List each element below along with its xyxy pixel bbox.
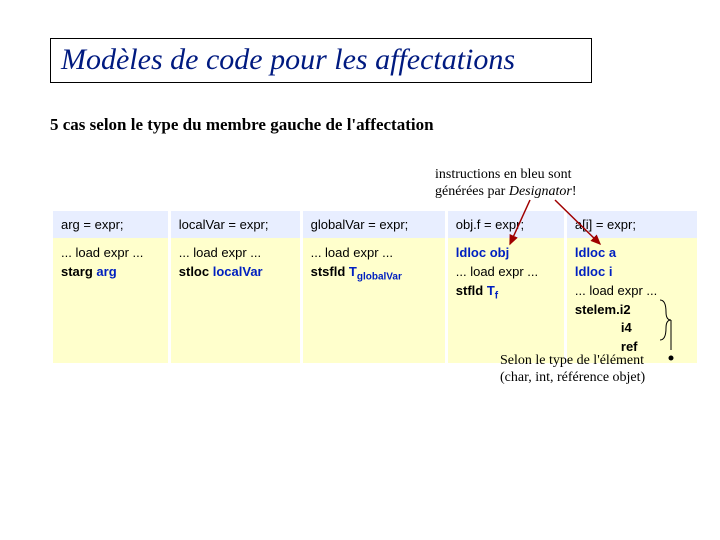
footnote-line1: Selon le type de l'élément	[500, 353, 644, 368]
note-line2c: !	[572, 184, 577, 199]
stsfld-T: T	[349, 264, 357, 279]
footnote-type: Selon le type de l'élément (char, int, r…	[500, 353, 710, 387]
table-header-row: arg = expr; localVar = expr; globalVar =…	[53, 211, 697, 238]
ldloc-obj-arg: obj	[490, 245, 510, 260]
hdr-objf: obj.f = expr;	[448, 211, 564, 238]
stelem-ref: ref	[575, 339, 638, 354]
cell-ai: ldloc a ldloc i ... load expr ... stelem…	[567, 238, 697, 363]
starg-arg: arg	[96, 264, 116, 279]
cell-globalvar: ... load expr ... stsfld TglobalVar	[303, 238, 445, 363]
load-expr: ... load expr ...	[456, 264, 538, 279]
note-blue-instructions: instructions en bleu sont générées par D…	[435, 167, 695, 201]
stelem-i2: i2	[620, 302, 631, 317]
stsfld-sub: globalVar	[357, 271, 402, 282]
note-designator: Designator	[509, 184, 572, 199]
ldloc-i-op: ldloc	[575, 264, 609, 279]
cell-localvar: ... load expr ... stloc localVar	[171, 238, 300, 363]
footnote-line2: (char, int, référence objet)	[500, 370, 645, 385]
stloc-op: stloc	[179, 264, 213, 279]
load-expr: ... load expr ...	[61, 245, 143, 260]
ldloc-i-arg: i	[609, 264, 613, 279]
hdr-globalvar: globalVar = expr;	[303, 211, 445, 238]
stloc-arg: localVar	[213, 264, 263, 279]
stfld-T: T	[487, 283, 495, 298]
ldloc-obj-op: ldloc	[456, 245, 490, 260]
load-expr: ... load expr ...	[311, 245, 393, 260]
hdr-arg: arg = expr;	[53, 211, 168, 238]
starg-op: starg	[61, 264, 96, 279]
slide-subtitle: 5 cas selon le type du membre gauche de …	[50, 115, 434, 135]
stelem-op: stelem.	[575, 302, 620, 317]
stfld-sub: f	[495, 290, 498, 301]
hdr-localvar: localVar = expr;	[171, 211, 300, 238]
hdr-ai: a[i] = expr;	[567, 211, 697, 238]
table-body-row: ... load expr ... starg arg ... load exp…	[53, 238, 697, 363]
slide-title: Modèles de code pour les affectations	[50, 38, 592, 83]
stsfld-op: stsfld	[311, 264, 349, 279]
slide: Modèles de code pour les affectations 5 …	[0, 0, 720, 540]
load-expr: ... load expr ...	[179, 245, 261, 260]
ldloc-a-op: ldloc	[575, 245, 609, 260]
load-expr: ... load expr ...	[575, 283, 657, 298]
cell-objf: ldloc obj ... load expr ... stfld Tf	[448, 238, 564, 363]
ldloc-a-arg: a	[609, 245, 616, 260]
note-line2a: générées par	[435, 184, 509, 199]
cell-arg: ... load expr ... starg arg	[53, 238, 168, 363]
note-line1: instructions en bleu sont	[435, 167, 572, 182]
stfld-op: stfld	[456, 283, 487, 298]
code-patterns-table: arg = expr; localVar = expr; globalVar =…	[50, 211, 700, 363]
stelem-i4: i4	[575, 320, 632, 335]
